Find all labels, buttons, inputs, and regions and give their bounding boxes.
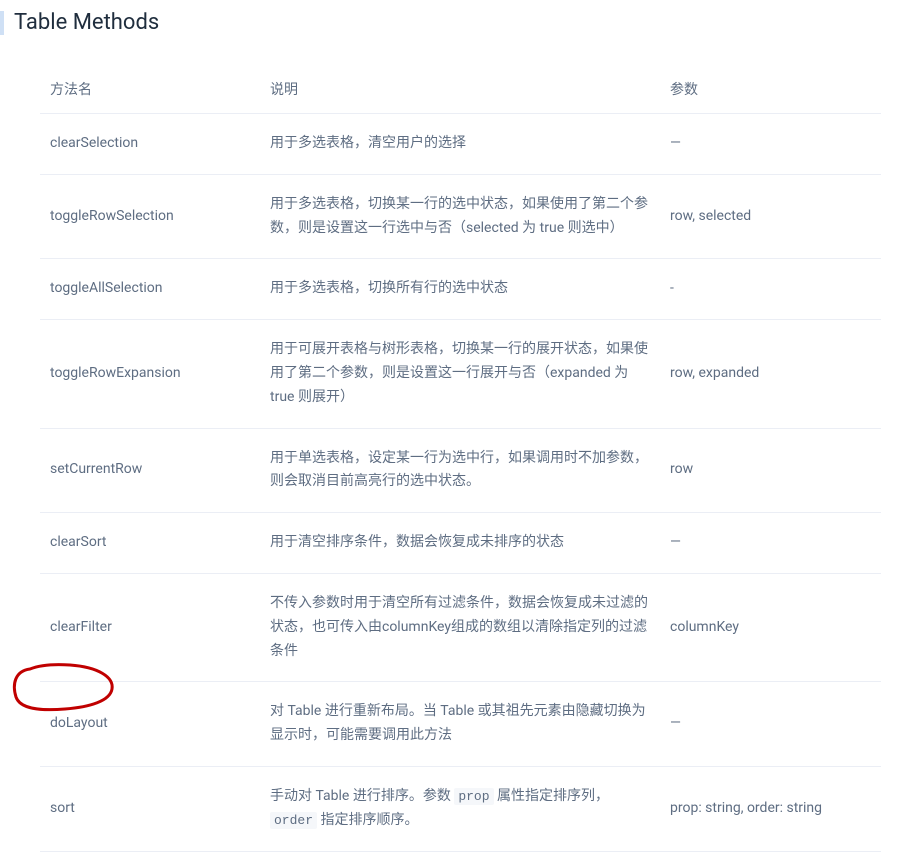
table-wrapper: 方法名 说明 参数 clearSelection 用于多选表格，清空用户的选择 … bbox=[0, 65, 911, 852]
method-desc: 用于清空排序条件，数据会恢复成未排序的状态 bbox=[260, 513, 660, 574]
method-desc: 手动对 Table 进行排序。参数 prop 属性指定排序列，order 指定排… bbox=[260, 766, 660, 851]
section-heading: Table Methods bbox=[0, 0, 911, 45]
method-params: row bbox=[660, 428, 881, 513]
table-row: setCurrentRow 用于单选表格，设定某一行为选中行，如果调用时不加参数… bbox=[40, 428, 881, 513]
method-name: toggleRowSelection bbox=[40, 174, 260, 259]
methods-table: 方法名 说明 参数 clearSelection 用于多选表格，清空用户的选择 … bbox=[40, 65, 881, 852]
method-params: prop: string, order: string bbox=[660, 766, 881, 851]
method-params: row, expanded bbox=[660, 320, 881, 428]
method-params: - bbox=[660, 259, 881, 320]
method-params: columnKey bbox=[660, 573, 881, 681]
method-desc: 用于多选表格，切换所有行的选中状态 bbox=[260, 259, 660, 320]
method-name: clearSort bbox=[40, 513, 260, 574]
col-header-name: 方法名 bbox=[40, 65, 260, 114]
method-desc: 对 Table 进行重新布局。当 Table 或其祖先元素由隐藏切换为显示时，可… bbox=[260, 682, 660, 767]
table-row: toggleRowExpansion 用于可展开表格与树形表格，切换某一行的展开… bbox=[40, 320, 881, 428]
table-row: clearSort 用于清空排序条件，数据会恢复成未排序的状态 — bbox=[40, 513, 881, 574]
method-desc: 不传入参数时用于清空所有过滤条件，数据会恢复成未过滤的状态，也可传入由colum… bbox=[260, 573, 660, 681]
table-header-row: 方法名 说明 参数 bbox=[40, 65, 881, 114]
table-row: doLayout 对 Table 进行重新布局。当 Table 或其祖先元素由隐… bbox=[40, 682, 881, 767]
method-desc: 用于多选表格，清空用户的选择 bbox=[260, 114, 660, 175]
table-row: clearSelection 用于多选表格，清空用户的选择 — bbox=[40, 114, 881, 175]
method-params: — bbox=[660, 682, 881, 767]
table-row: toggleRowSelection 用于多选表格，切换某一行的选中状态，如果使… bbox=[40, 174, 881, 259]
table-row: clearFilter 不传入参数时用于清空所有过滤条件，数据会恢复成未过滤的状… bbox=[40, 573, 881, 681]
method-name: clearSelection bbox=[40, 114, 260, 175]
inline-code: order bbox=[270, 812, 317, 829]
method-name: toggleAllSelection bbox=[40, 259, 260, 320]
table-row: toggleAllSelection 用于多选表格，切换所有行的选中状态 - bbox=[40, 259, 881, 320]
method-name: clearFilter bbox=[40, 573, 260, 681]
col-header-desc: 说明 bbox=[260, 65, 660, 114]
method-desc: 用于多选表格，切换某一行的选中状态，如果使用了第二个参数，则是设置这一行选中与否… bbox=[260, 174, 660, 259]
inline-code: prop bbox=[454, 788, 493, 805]
table-row: sort 手动对 Table 进行排序。参数 prop 属性指定排序列，orde… bbox=[40, 766, 881, 851]
heading-text: Table Methods bbox=[14, 10, 159, 35]
heading-marker bbox=[0, 11, 4, 35]
method-name: setCurrentRow bbox=[40, 428, 260, 513]
method-name: sort bbox=[40, 766, 260, 851]
method-desc: 用于单选表格，设定某一行为选中行，如果调用时不加参数，则会取消目前高亮行的选中状… bbox=[260, 428, 660, 513]
method-params: row, selected bbox=[660, 174, 881, 259]
method-name: doLayout bbox=[40, 682, 260, 767]
method-name: toggleRowExpansion bbox=[40, 320, 260, 428]
method-params: — bbox=[660, 114, 881, 175]
method-params: — bbox=[660, 513, 881, 574]
col-header-params: 参数 bbox=[660, 65, 881, 114]
method-desc: 用于可展开表格与树形表格，切换某一行的展开状态，如果使用了第二个参数，则是设置这… bbox=[260, 320, 660, 428]
